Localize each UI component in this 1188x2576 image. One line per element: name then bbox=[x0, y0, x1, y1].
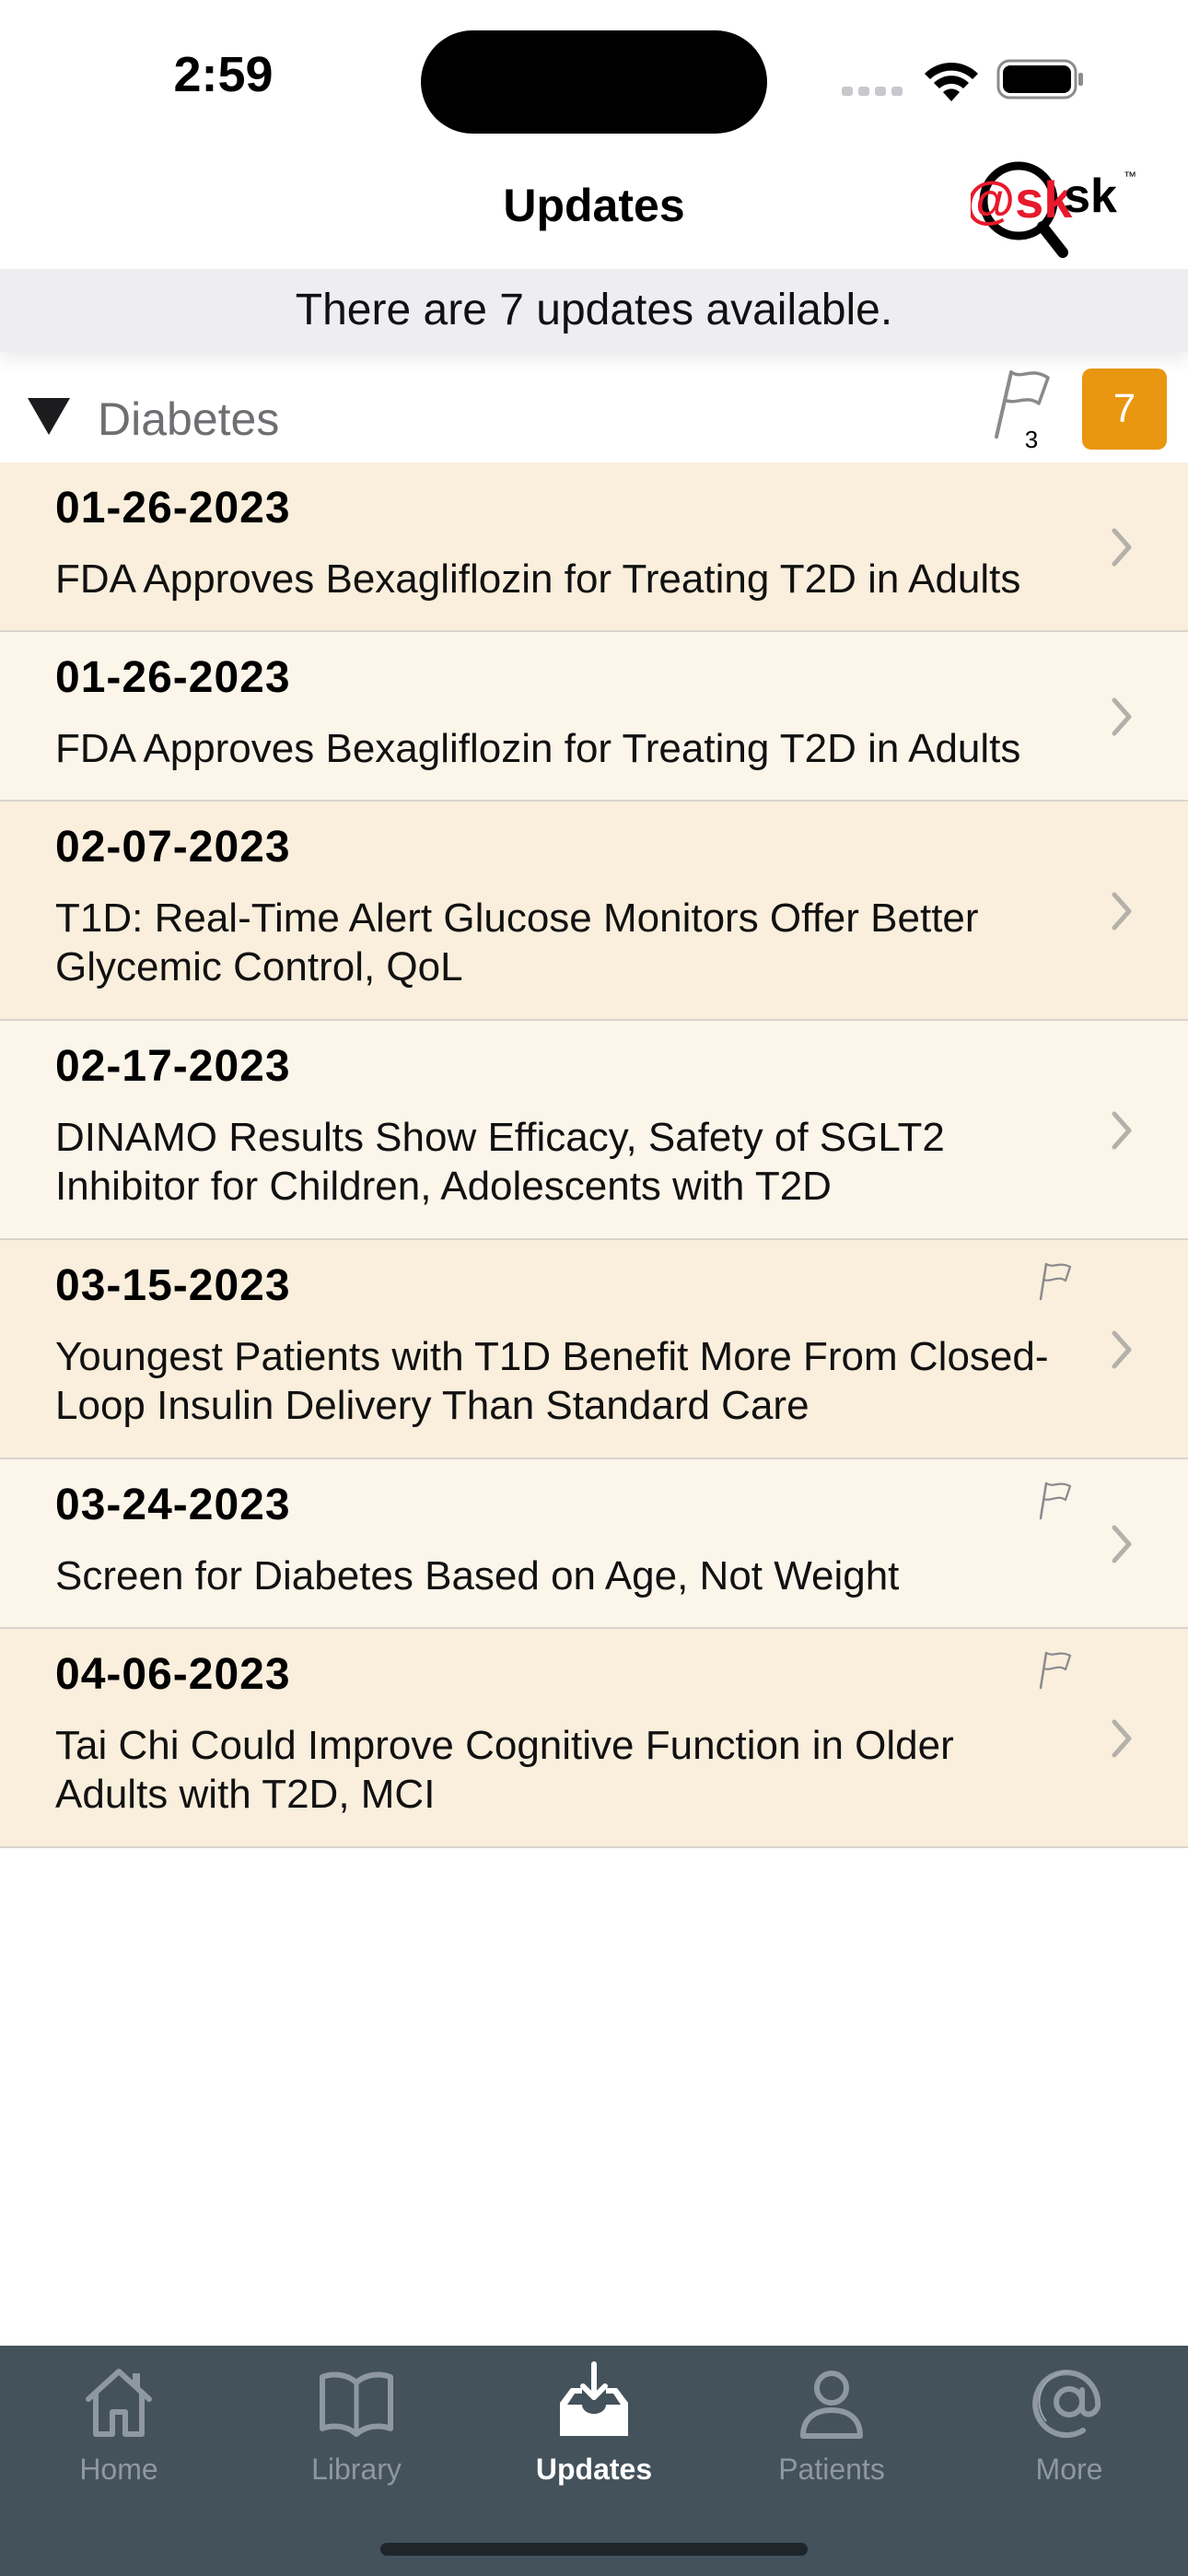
update-date: 03-15-2023 bbox=[55, 1261, 291, 1310]
ask-logo-search-icon[interactable]: @sk sk ™ bbox=[971, 157, 1136, 260]
flag-icon[interactable] bbox=[1035, 1649, 1076, 1690]
status-bar: 2:59 bbox=[0, 0, 1188, 157]
update-row[interactable]: 02-07-2023 T1D: Real-Time Alert Glucose M… bbox=[0, 802, 1188, 1021]
update-date: 02-17-2023 bbox=[55, 1042, 291, 1091]
updates-available-banner: There are 7 updates available. bbox=[0, 269, 1188, 352]
update-date: 01-26-2023 bbox=[55, 484, 291, 533]
update-date: 03-24-2023 bbox=[55, 1481, 291, 1529]
tab-label: Home bbox=[79, 2453, 158, 2486]
logo-trademark: ™ bbox=[1124, 169, 1136, 183]
update-count-badge: 7 bbox=[1082, 369, 1167, 450]
tab-updates[interactable]: Updates bbox=[475, 2346, 713, 2512]
battery-icon bbox=[996, 59, 1083, 100]
at-sign-icon bbox=[1032, 2370, 1101, 2439]
flag-icon[interactable] bbox=[1035, 1480, 1076, 1520]
chevron-right-icon bbox=[1112, 697, 1132, 736]
update-row[interactable]: 04-06-2023 Tai Chi Could Improve Cognitiv… bbox=[0, 1629, 1188, 1848]
home-indicator bbox=[380, 2543, 808, 2556]
logo-at-glyph: @sk bbox=[971, 170, 1073, 228]
update-row[interactable]: 03-15-2023 Youngest Patients with T1D Ben… bbox=[0, 1240, 1188, 1459]
tab-label: Updates bbox=[535, 2453, 653, 2486]
chevron-right-icon bbox=[1112, 528, 1132, 567]
tab-more[interactable]: More bbox=[950, 2346, 1188, 2512]
update-date: 04-06-2023 bbox=[55, 1650, 291, 1699]
chevron-right-icon bbox=[1112, 1330, 1132, 1369]
update-title: Youngest Patients with T1D Benefit More … bbox=[55, 1334, 1049, 1428]
home-icon bbox=[86, 2369, 152, 2437]
update-title: DINAMO Results Show Efficacy, Safety of … bbox=[55, 1115, 945, 1209]
flagged-count: 3 bbox=[1024, 426, 1039, 453]
tab-library[interactable]: Library bbox=[238, 2346, 475, 2512]
tab-bar: Home Library Updates Patients More bbox=[0, 2346, 1188, 2576]
update-title: FDA Approves Bexagliflozin for Treating … bbox=[55, 556, 1021, 602]
update-row[interactable]: 01-26-2023 FDA Approves Bexagliflozin for… bbox=[0, 632, 1188, 802]
wifi-icon bbox=[925, 62, 978, 101]
chevron-right-icon bbox=[1112, 1719, 1132, 1758]
update-title: T1D: Real-Time Alert Glucose Monitors Of… bbox=[55, 896, 979, 989]
section-header-diabetes[interactable]: Diabetes 3 7 bbox=[0, 352, 1188, 463]
chevron-right-icon bbox=[1112, 892, 1132, 931]
update-title: FDA Approves Bexagliflozin for Treating … bbox=[55, 726, 1021, 771]
svg-text:sk: sk bbox=[1064, 170, 1117, 223]
inbox-download-icon bbox=[560, 2361, 628, 2436]
cellular-signal-icon bbox=[842, 87, 903, 96]
tab-label: Library bbox=[311, 2453, 402, 2486]
section-title: Diabetes bbox=[98, 393, 280, 445]
disclosure-triangle-icon[interactable] bbox=[28, 398, 70, 435]
update-title: Tai Chi Could Improve Cognitive Function… bbox=[55, 1723, 954, 1817]
tab-label: Patients bbox=[778, 2453, 885, 2486]
update-title: Screen for Diabetes Based on Age, Not We… bbox=[55, 1553, 900, 1598]
update-date: 02-07-2023 bbox=[55, 823, 291, 872]
tab-label: More bbox=[1035, 2453, 1103, 2486]
person-icon bbox=[800, 2371, 863, 2439]
dynamic-island bbox=[421, 30, 767, 134]
updates-list: 01-26-2023 FDA Approves Bexagliflozin for… bbox=[0, 463, 1188, 1848]
tab-patients[interactable]: Patients bbox=[713, 2346, 950, 2512]
update-date: 01-26-2023 bbox=[55, 653, 291, 702]
update-row[interactable]: 03-24-2023 Screen for Diabetes Based on A… bbox=[0, 1459, 1188, 1629]
update-row[interactable]: 02-17-2023 DINAMO Results Show Efficacy, … bbox=[0, 1021, 1188, 1240]
update-row[interactable]: 01-26-2023 FDA Approves Bexagliflozin for… bbox=[0, 463, 1188, 632]
book-icon bbox=[320, 2371, 393, 2437]
flag-icon[interactable] bbox=[1035, 1260, 1076, 1301]
navigation-bar: Updates @sk sk ™ bbox=[0, 157, 1188, 269]
tab-home[interactable]: Home bbox=[0, 2346, 238, 2512]
chevron-right-icon bbox=[1112, 1525, 1132, 1563]
chevron-right-icon bbox=[1112, 1111, 1132, 1150]
status-time: 2:59 bbox=[173, 47, 274, 102]
